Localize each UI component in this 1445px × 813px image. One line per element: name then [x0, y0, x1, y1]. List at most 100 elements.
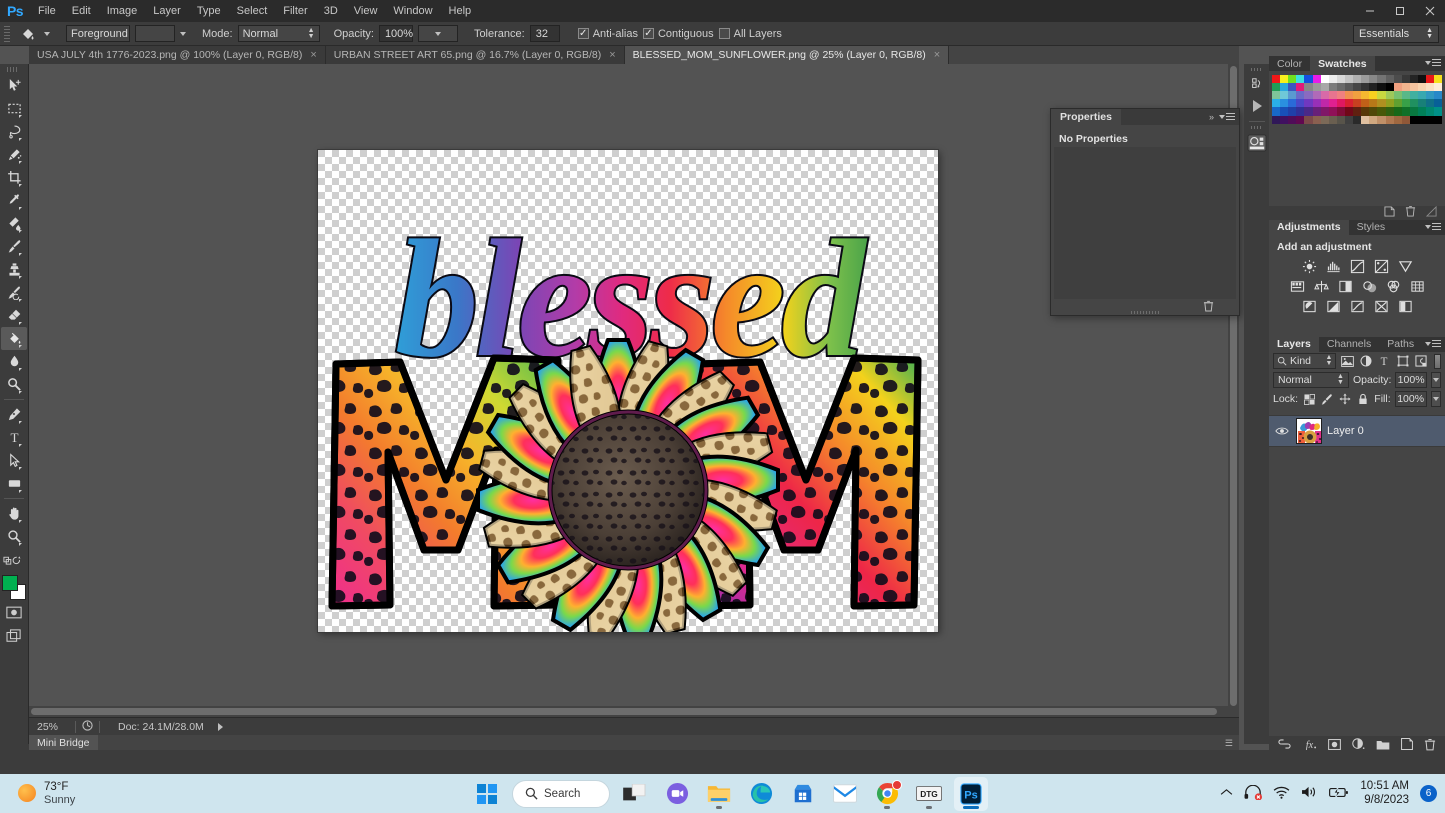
color-swatch[interactable] — [1377, 107, 1385, 115]
color-swatch[interactable] — [1329, 75, 1337, 83]
color-swatch[interactable] — [1280, 75, 1288, 83]
pattern-chevron-icon[interactable] — [180, 32, 186, 36]
clone-stamp-tool[interactable] — [1, 258, 27, 281]
color-swatch[interactable] — [1410, 107, 1418, 115]
color-swatch[interactable] — [1402, 83, 1410, 91]
lock-image-icon[interactable] — [1320, 391, 1334, 407]
color-swatch[interactable] — [1434, 99, 1442, 107]
color-swatch[interactable] — [1394, 83, 1402, 91]
color-swatch[interactable] — [1386, 83, 1394, 91]
new-group-icon[interactable] — [1376, 739, 1390, 753]
color-swatch[interactable] — [1434, 75, 1442, 83]
tab-adjustments[interactable]: Adjustments — [1269, 220, 1349, 235]
eyedropper-tool[interactable] — [1, 189, 27, 212]
color-swatch[interactable] — [1434, 83, 1442, 91]
all-layers-checkbox[interactable]: All Layers — [719, 28, 782, 40]
add-mask-icon[interactable] — [1328, 739, 1341, 753]
color-swatch[interactable] — [1288, 83, 1296, 91]
notification-badge[interactable]: 6 — [1420, 785, 1437, 802]
trash-icon[interactable] — [1405, 205, 1416, 220]
color-swatch[interactable] — [1321, 99, 1329, 107]
gradient-map-icon[interactable] — [1396, 299, 1415, 315]
lock-position-icon[interactable] — [1338, 391, 1352, 407]
headphones-error-icon[interactable] — [1244, 785, 1262, 803]
move-tool[interactable] — [1, 74, 27, 97]
color-swatch[interactable] — [1353, 116, 1361, 124]
color-swatch[interactable] — [1337, 99, 1345, 107]
history-icon[interactable] — [1244, 73, 1269, 95]
rectangular-marquee-tool[interactable] — [1, 97, 27, 120]
wifi-icon[interactable] — [1273, 786, 1290, 802]
options-bar-grip[interactable] — [4, 26, 10, 42]
lock-transparency-icon[interactable] — [1302, 391, 1316, 407]
color-swatch[interactable] — [1353, 91, 1361, 99]
new-layer-icon[interactable] — [1401, 738, 1413, 753]
opacity-input[interactable]: 100% — [379, 25, 413, 42]
color-swatch[interactable] — [1304, 116, 1312, 124]
color-swatch[interactable] — [1377, 75, 1385, 83]
color-swatch[interactable] — [1304, 99, 1312, 107]
delete-layer-icon[interactable] — [1424, 738, 1436, 754]
color-swatch[interactable] — [1280, 116, 1288, 124]
panel-menu-icon[interactable] — [1219, 113, 1235, 121]
color-swatch[interactable] — [1410, 83, 1418, 91]
pixel-filter-icon[interactable] — [1340, 353, 1354, 369]
color-swatch[interactable] — [1296, 75, 1304, 83]
color-swatch[interactable] — [1313, 99, 1321, 107]
color-swatch[interactable] — [1288, 116, 1296, 124]
menu-3d[interactable]: 3D — [316, 0, 346, 22]
color-swatch[interactable] — [1313, 116, 1321, 124]
color-swatch[interactable] — [1369, 83, 1377, 91]
color-swatch[interactable] — [1304, 91, 1312, 99]
color-swatch[interactable] — [1426, 75, 1434, 83]
microsoft-store-button[interactable] — [786, 777, 820, 811]
color-swatch[interactable] — [1394, 99, 1402, 107]
filter-enable-toggle[interactable] — [1434, 354, 1441, 369]
layer-visibility-eye-icon[interactable] — [1273, 426, 1291, 436]
color-swatch[interactable] — [1304, 75, 1312, 83]
menu-type[interactable]: Type — [189, 0, 229, 22]
crop-tool[interactable] — [1, 166, 27, 189]
zoom-tool[interactable] — [1, 525, 27, 548]
color-swatch[interactable] — [1353, 107, 1361, 115]
color-swatch[interactable] — [1426, 99, 1434, 107]
chevron-up-icon[interactable] — [1220, 788, 1233, 800]
file-explorer-button[interactable] — [702, 777, 736, 811]
quick-selection-tool[interactable] — [1, 143, 27, 166]
color-swatch[interactable] — [1394, 75, 1402, 83]
lasso-tool[interactable] — [1, 120, 27, 143]
menu-window[interactable]: Window — [385, 0, 440, 22]
color-swatch[interactable] — [1377, 83, 1385, 91]
color-balance-icon[interactable] — [1312, 279, 1331, 295]
vibrance-icon[interactable] — [1396, 259, 1415, 275]
color-swatch[interactable] — [1296, 99, 1304, 107]
color-swatch[interactable] — [1369, 75, 1377, 83]
color-swatch[interactable] — [1345, 91, 1353, 99]
color-swatch[interactable] — [1418, 116, 1426, 124]
menu-view[interactable]: View — [346, 0, 386, 22]
color-swatch[interactable] — [1361, 116, 1369, 124]
properties-panel-resize-grip[interactable] — [1131, 311, 1159, 314]
color-swatch[interactable] — [1321, 91, 1329, 99]
dock-strip-grip[interactable] — [1251, 68, 1263, 71]
color-swatch[interactable] — [1353, 75, 1361, 83]
color-swatch[interactable] — [1434, 116, 1442, 124]
battery-charging-icon[interactable] — [1329, 786, 1349, 802]
color-swatch[interactable] — [1313, 75, 1321, 83]
dock-strip-grip-2[interactable] — [1251, 126, 1263, 129]
close-icon[interactable]: × — [934, 49, 940, 61]
chat-button[interactable] — [660, 777, 694, 811]
canvas-horizontal-scrollbar[interactable] — [29, 706, 1228, 717]
hue-saturation-icon[interactable] — [1288, 279, 1307, 295]
edge-button[interactable] — [744, 777, 778, 811]
menu-select[interactable]: Select — [229, 0, 276, 22]
color-swatch[interactable] — [1377, 116, 1385, 124]
dtg-button[interactable]: DTG — [912, 777, 946, 811]
color-swatch[interactable] — [1361, 99, 1369, 107]
levels-icon[interactable] — [1324, 259, 1343, 275]
selective-color-icon[interactable] — [1372, 299, 1391, 315]
color-swatch[interactable] — [1426, 107, 1434, 115]
search-button[interactable]: Search — [512, 780, 610, 808]
chrome-button[interactable] — [870, 777, 904, 811]
color-swatch[interactable] — [1353, 83, 1361, 91]
